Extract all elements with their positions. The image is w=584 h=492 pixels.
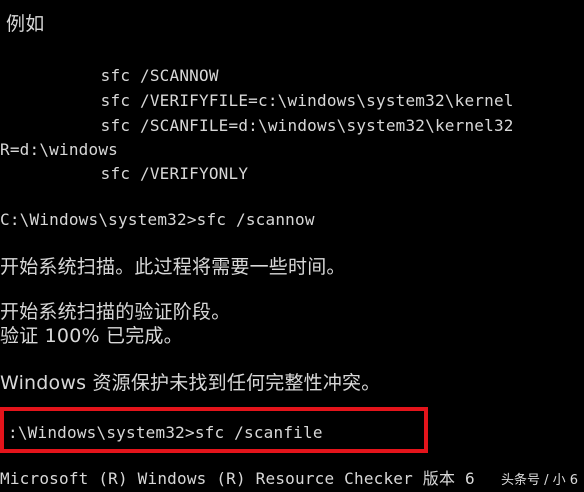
- console-line-resource-checker: Microsoft (R) Windows (R) Resource Check…: [0, 469, 475, 488]
- console-line-sfc-verifyfile: sfc /VERIFYFILE=c:\windows\system32\kern…: [22, 91, 514, 110]
- console-line-sfc-scannow: sfc /SCANNOW: [22, 66, 219, 85]
- console-line-scan-start: 开始系统扫描。此过程将需要一些时间。: [0, 256, 346, 278]
- console-line-no-violations: Windows 资源保护未找到任何完整性冲突。: [0, 372, 381, 394]
- console-line-verify-complete: 验证 100% 已完成。: [0, 325, 183, 347]
- console-line-prompt-scannow: C:\Windows\system32>sfc /scannow: [0, 210, 315, 229]
- watermark: 头条号 / 小 6: [500, 473, 578, 488]
- console-line-verify-phase: 开始系统扫描的验证阶段。: [0, 301, 231, 323]
- console-line-example-label: 例如: [6, 13, 45, 35]
- console-line-sfc-scanfile-example: sfc /SCANFILE=d:\windows\system32\kernel…: [22, 116, 514, 135]
- command-prompt-console[interactable]: 例如 sfc /SCANNOW sfc /VERIFYFILE=c:\windo…: [0, 0, 584, 492]
- console-line-offwindir: R=d:\windows: [0, 140, 118, 159]
- red-highlight-box: [0, 407, 428, 453]
- console-line-sfc-verifyonly: sfc /VERIFYONLY: [22, 164, 249, 183]
